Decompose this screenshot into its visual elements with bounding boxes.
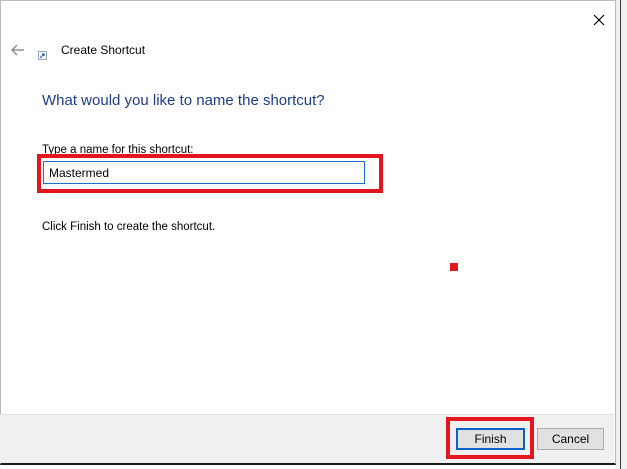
window-edge-line bbox=[620, 0, 621, 469]
annotation-marker bbox=[450, 263, 458, 271]
shortcut-name-label: Type a name for this shortcut: bbox=[42, 144, 194, 156]
back-button[interactable] bbox=[8, 40, 28, 60]
close-button[interactable] bbox=[586, 8, 612, 32]
page-heading: What would you like to name the shortcut… bbox=[42, 92, 325, 109]
back-arrow-icon bbox=[11, 44, 24, 56]
close-icon bbox=[593, 14, 605, 26]
instruction-text: Click Finish to create the shortcut. bbox=[42, 221, 216, 233]
shortcut-name-input[interactable] bbox=[43, 161, 365, 184]
cancel-button[interactable]: Cancel bbox=[537, 428, 604, 450]
background-edge bbox=[616, 0, 627, 469]
shortcut-icon bbox=[38, 51, 47, 60]
dialog-title: Create Shortcut bbox=[61, 43, 146, 57]
finish-button[interactable]: Finish bbox=[456, 428, 525, 450]
